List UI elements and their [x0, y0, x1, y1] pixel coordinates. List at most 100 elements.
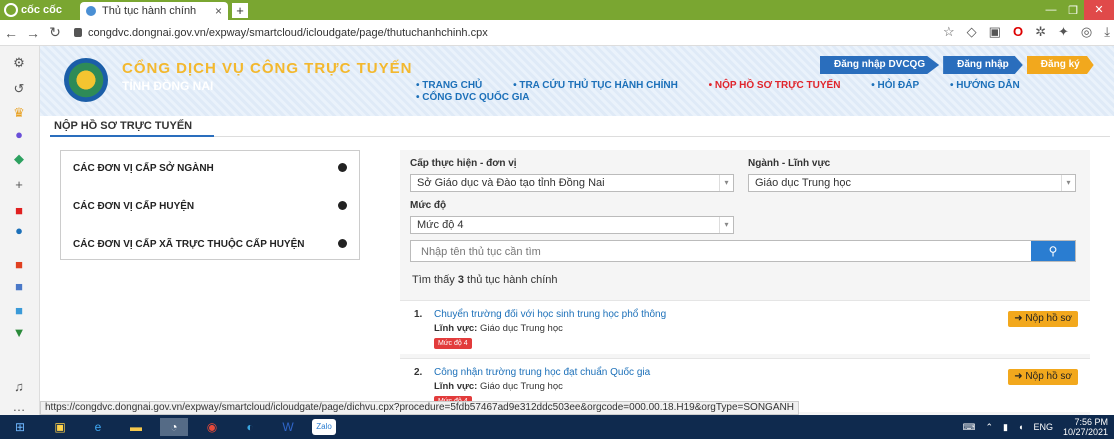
- add-icon[interactable]: +: [10, 176, 28, 194]
- ie-icon[interactable]: e: [84, 418, 112, 436]
- shield-icon[interactable]: ◇: [967, 24, 977, 40]
- unit-list: CÁC ĐƠN VỊ CẤP SỞ NGÀNH CÁC ĐƠN VỊ CẤP H…: [60, 150, 360, 260]
- windows-taskbar: ⊞ ▣ e ▬ ◔ ◉ ◐ W Zalo ⌨ ⌃ ▮ ◖ ENG 7:56 PM…: [0, 415, 1114, 439]
- game-icon[interactable]: ◆: [10, 150, 28, 168]
- search-placeholder: Nhập tên thủ tục cần tìm: [421, 246, 541, 258]
- settings-icon[interactable]: ⚙: [10, 54, 28, 72]
- link-status-bar: https://congdvc.dongnai.gov.vn/expway/sm…: [40, 401, 799, 415]
- opera-icon[interactable]: O: [1013, 24, 1023, 40]
- network-icon[interactable]: ▮: [1003, 422, 1008, 433]
- submit-button[interactable]: ➜ Nộp hồ sơ: [1008, 311, 1078, 327]
- puzzle-icon[interactable]: ✦: [1058, 24, 1069, 40]
- star-icon[interactable]: ☆: [943, 24, 955, 40]
- unit-department[interactable]: CÁC ĐƠN VỊ CẤP SỞ NGÀNH: [61, 151, 359, 185]
- nav-faq[interactable]: • HỎI ĐÁP: [871, 80, 933, 91]
- nav-national-portal[interactable]: • CỔNG DVC QUỐC GIA: [416, 92, 544, 103]
- chrome-icon[interactable]: ◉: [198, 418, 226, 436]
- tray-chevron-icon[interactable]: ⌃: [986, 422, 994, 433]
- browser-tabbar: cốc cốc Thủ tục hành chính × + — ❐ ✕: [0, 0, 1114, 20]
- level-badge: Mức độ 4: [434, 338, 472, 349]
- messenger-icon[interactable]: ●: [10, 126, 28, 144]
- file-explorer-icon[interactable]: ▬: [122, 418, 150, 436]
- browser-brand[interactable]: cốc cốc: [4, 2, 62, 18]
- extension-icon[interactable]: ✲: [1035, 24, 1046, 40]
- language-indicator[interactable]: ENG: [1033, 422, 1053, 432]
- forward-icon[interactable]: →: [22, 25, 44, 41]
- download-box-icon[interactable]: ▣: [989, 24, 1001, 40]
- vtv-icon[interactable]: ▼: [10, 324, 28, 342]
- edge-icon[interactable]: ◐: [236, 418, 264, 436]
- minimize-icon[interactable]: —: [1040, 4, 1062, 16]
- unit-commune[interactable]: CÁC ĐƠN VỊ CẤP XÃ TRỰC THUỘC CẤP HUYỆN: [61, 227, 359, 261]
- login-button[interactable]: Đăng nhập: [943, 56, 1023, 74]
- procedure-link[interactable]: Chuyển trường đối với học sinh trung học…: [434, 309, 666, 320]
- procedure-field: Lĩnh vực: Giáo dục Trung học: [434, 381, 563, 392]
- province-seal-icon[interactable]: [64, 58, 108, 102]
- keyboard-icon[interactable]: ⌨: [963, 422, 976, 433]
- field-select[interactable]: Giáo dục Trung học ▾: [748, 174, 1076, 192]
- notification-bell-icon[interactable]: ♫: [10, 378, 28, 396]
- procedure-link[interactable]: Công nhận trường trung học đạt chuẩn Quố…: [434, 367, 650, 378]
- windows-start-icon[interactable]: ⊞: [6, 418, 34, 436]
- coccoc-taskbar-icon[interactable]: ◔: [160, 418, 188, 436]
- account-icon[interactable]: ◎: [1081, 24, 1092, 40]
- arrow-right-icon: ➜: [1014, 313, 1023, 324]
- procedure-field: Lĩnh vực: Giáo dục Trung học: [434, 323, 563, 334]
- chevron-down-icon: ▾: [1061, 175, 1075, 191]
- main-nav: • TRANG CHỦ • TRA CỨU THỦ TỤC HÀNH CHÍNH…: [416, 80, 1056, 104]
- expand-icon[interactable]: [338, 163, 347, 172]
- degree-select[interactable]: Mức độ 4 ▾: [410, 216, 734, 234]
- browser-tab[interactable]: Thủ tục hành chính ×: [80, 2, 228, 20]
- page-content: CỔNG DỊCH VỤ CÔNG TRỰC TUYẾN TỈNH ĐỒNG N…: [40, 46, 1114, 415]
- auth-buttons: Đăng nhập DVCQG Đăng nhập Đăng ký: [820, 56, 1094, 74]
- site-banner: CỔNG DỊCH VỤ CÔNG TRỰC TUYẾN TỈNH ĐỒNG N…: [40, 46, 1114, 116]
- app-icon[interactable]: ●: [10, 222, 28, 240]
- page-title: NỘP HỒ SƠ TRỰC TUYẾN: [54, 120, 193, 132]
- nav-guide[interactable]: • HƯỚNG DẪN: [950, 80, 1034, 91]
- nav-home[interactable]: • TRANG CHỦ: [416, 80, 496, 91]
- nav-online-submission[interactable]: • NỘP HỒ SƠ TRỰC TUYẾN: [709, 80, 855, 91]
- search-input[interactable]: Nhập tên thủ tục cần tìm ⚲: [410, 240, 1076, 262]
- store-icon[interactable]: ▣: [46, 418, 74, 436]
- new-tab-button[interactable]: +: [232, 3, 248, 18]
- url-field[interactable]: congdvc.dongnai.gov.vn/expway/smartcloud…: [74, 27, 488, 39]
- news-icon[interactable]: ■: [10, 302, 28, 320]
- register-button[interactable]: Đăng ký: [1026, 56, 1094, 74]
- list-item: 1. Chuyển trường đối với học sinh trung …: [400, 300, 1090, 354]
- expand-icon[interactable]: [338, 201, 347, 210]
- history-icon[interactable]: ↺: [10, 80, 28, 98]
- url-text: congdvc.dongnai.gov.vn/expway/smartcloud…: [88, 26, 488, 39]
- word-icon[interactable]: W: [274, 418, 302, 436]
- download-icon[interactable]: ⤓: [1104, 24, 1110, 40]
- reload-icon[interactable]: ↻: [44, 24, 66, 41]
- tab-close-icon[interactable]: ×: [215, 4, 222, 18]
- submit-button[interactable]: ➜ Nộp hồ sơ: [1008, 369, 1078, 385]
- search-icon: ⚲: [1048, 244, 1058, 258]
- zalo-icon[interactable]: Zalo: [312, 419, 336, 435]
- chevron-down-icon: ▾: [719, 175, 733, 191]
- search-panel: Cấp thực hiện - đơn vị Sở Giáo dục và Đà…: [400, 150, 1090, 415]
- search-button[interactable]: ⚲: [1031, 241, 1075, 261]
- arrow-right-icon: ➜: [1014, 371, 1023, 382]
- nav-procedure-lookup[interactable]: • TRA CỨU THỦ TỤC HÀNH CHÍNH: [513, 80, 692, 91]
- crown-icon[interactable]: ♛: [10, 104, 28, 122]
- volume-icon[interactable]: ◖: [1018, 422, 1023, 432]
- more-icon[interactable]: …: [10, 398, 28, 416]
- game2-icon[interactable]: ■: [10, 278, 28, 296]
- youtube-icon[interactable]: ■: [10, 202, 28, 220]
- clock[interactable]: 7:56 PM 10/27/2021: [1063, 417, 1108, 437]
- login-dvcqg-button[interactable]: Đăng nhập DVCQG: [820, 56, 940, 74]
- coccoc-logo-icon: [4, 3, 18, 17]
- expand-icon[interactable]: [338, 239, 347, 248]
- chevron-down-icon: ▾: [719, 217, 733, 233]
- close-window-icon[interactable]: ✕: [1084, 0, 1114, 20]
- unit-district[interactable]: CÁC ĐƠN VỊ CẤP HUYỆN: [61, 189, 359, 223]
- shop-icon[interactable]: ■: [10, 256, 28, 274]
- level-label: Cấp thực hiện - đơn vị: [410, 158, 517, 169]
- result-count: Tìm thấy 3 thủ tục hành chính: [412, 274, 558, 286]
- tab-title: Thủ tục hành chính: [102, 5, 197, 17]
- maximize-icon[interactable]: ❐: [1062, 4, 1084, 17]
- level-select[interactable]: Sở Giáo dục và Đào tạo tỉnh Đồng Nai ▾: [410, 174, 734, 192]
- back-icon[interactable]: ←: [0, 25, 22, 41]
- window-controls: — ❐ ✕: [1040, 0, 1114, 20]
